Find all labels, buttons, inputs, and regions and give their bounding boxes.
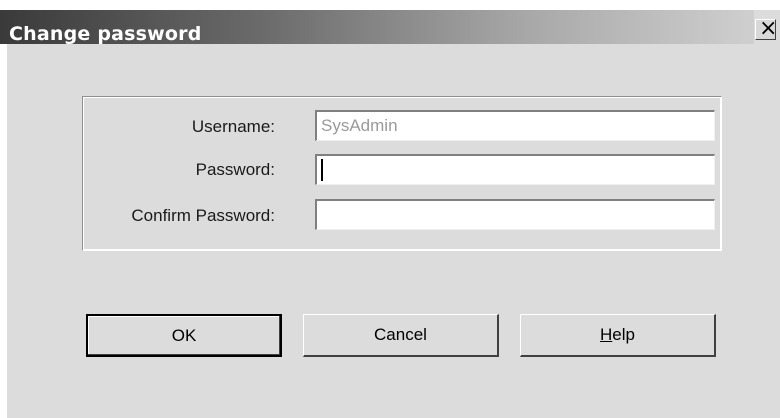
confirm-password-label: Confirm Password:: [131, 206, 275, 225]
username-label: Username:: [191, 117, 275, 136]
help-mnemonic: H: [600, 325, 613, 344]
help-label-rest: elp: [612, 325, 635, 344]
title-bar: Change password: [0, 10, 754, 45]
close-button[interactable]: ×: [755, 16, 778, 41]
text-caret: [321, 159, 323, 181]
close-icon: ×: [759, 16, 778, 41]
password-field[interactable]: [315, 154, 715, 185]
dialog-title: Change password: [9, 23, 202, 45]
password-label: Password:: [195, 160, 275, 179]
ok-button[interactable]: OK: [86, 314, 282, 357]
confirm-password-field[interactable]: [315, 199, 715, 230]
cancel-button[interactable]: Cancel: [303, 314, 499, 357]
help-button[interactable]: Help: [520, 314, 716, 357]
username-field: [315, 110, 715, 141]
